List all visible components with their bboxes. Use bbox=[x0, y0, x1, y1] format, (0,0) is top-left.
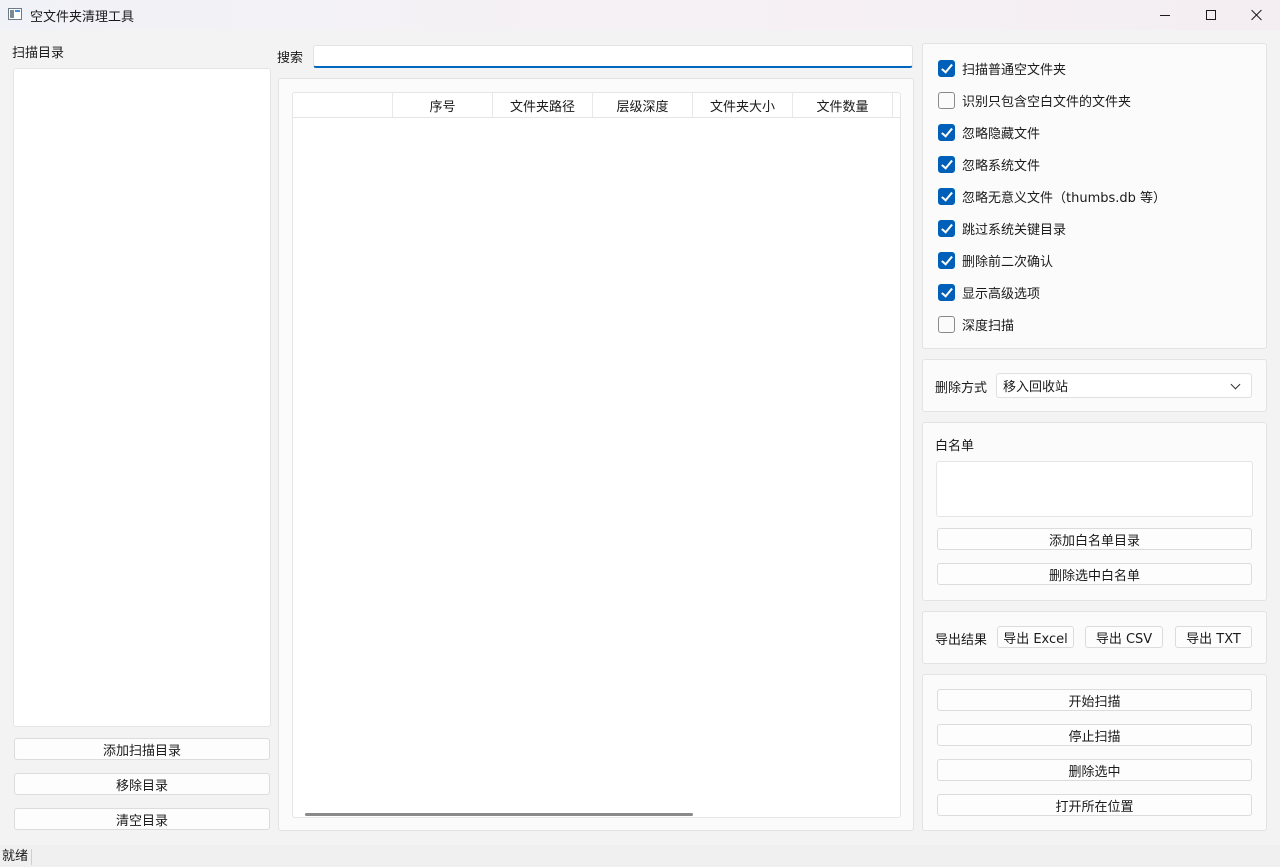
status-text: 就绪 bbox=[2, 849, 33, 865]
option-confirm-delete[interactable]: 删除前二次确认 bbox=[938, 250, 1053, 270]
checkbox-checked-icon[interactable] bbox=[938, 187, 955, 205]
scan-dir-list[interactable] bbox=[13, 68, 271, 727]
maximize-button[interactable] bbox=[1188, 0, 1234, 30]
column-header-path[interactable]: 文件夹路径 bbox=[493, 93, 593, 118]
column-header-file-count[interactable]: 文件数量 bbox=[793, 93, 893, 118]
checkbox-checked-icon[interactable] bbox=[938, 59, 955, 77]
remove-dir-button[interactable]: 移除目录 bbox=[14, 773, 270, 795]
option-ignore-system[interactable]: 忽略系统文件 bbox=[938, 154, 1040, 174]
minimize-icon bbox=[1160, 14, 1170, 16]
option-show-advanced[interactable]: 显示高级选项 bbox=[938, 282, 1040, 302]
option-ignore-meaningless[interactable]: 忽略无意义文件（thumbs.db 等） bbox=[938, 186, 1166, 206]
delete-mode-select[interactable]: 移入回收站 bbox=[996, 373, 1252, 398]
stop-scan-button[interactable]: 停止扫描 bbox=[937, 724, 1252, 746]
option-scan-empty-folders[interactable]: 扫描普通空文件夹 bbox=[938, 58, 1066, 78]
minimize-button[interactable] bbox=[1142, 0, 1188, 30]
delete-selected-button[interactable]: 删除选中 bbox=[937, 759, 1252, 781]
window-title: 空文件夹清理工具 bbox=[30, 10, 135, 25]
search-input[interactable] bbox=[313, 45, 913, 68]
checkbox-checked-icon[interactable] bbox=[938, 155, 955, 173]
search-label: 搜索 bbox=[277, 51, 304, 66]
start-scan-button[interactable]: 开始扫描 bbox=[937, 689, 1252, 711]
export-excel-button[interactable]: 导出 Excel bbox=[997, 626, 1074, 648]
close-button[interactable] bbox=[1234, 0, 1280, 30]
scan-dir-label: 扫描目录 bbox=[12, 46, 65, 61]
status-bar bbox=[0, 845, 1280, 867]
checkbox-checked-icon[interactable] bbox=[938, 219, 955, 237]
clear-dir-button[interactable]: 清空目录 bbox=[14, 808, 270, 830]
app-icon bbox=[8, 8, 22, 20]
column-header-select[interactable] bbox=[293, 93, 393, 118]
option-whitespace-only-folders[interactable]: 识别只包含空白文件的文件夹 bbox=[938, 90, 1131, 110]
horizontal-scrollbar[interactable] bbox=[305, 813, 693, 816]
checkbox-unchecked-icon[interactable] bbox=[938, 91, 955, 109]
checkbox-checked-icon[interactable] bbox=[938, 123, 955, 141]
delete-mode-value: 移入回收站 bbox=[1003, 380, 1069, 395]
results-table[interactable] bbox=[292, 92, 901, 818]
add-whitelist-button[interactable]: 添加白名单目录 bbox=[937, 528, 1252, 550]
title-bar: 空文件夹清理工具 bbox=[0, 0, 1280, 30]
checkbox-checked-icon[interactable] bbox=[938, 283, 955, 301]
chevron-down-icon bbox=[1230, 379, 1241, 390]
whitelist-list[interactable] bbox=[936, 461, 1253, 517]
export-txt-button[interactable]: 导出 TXT bbox=[1175, 626, 1252, 648]
delete-mode-label: 删除方式 bbox=[935, 381, 988, 396]
export-label: 导出结果 bbox=[935, 633, 988, 648]
whitelist-label: 白名单 bbox=[935, 439, 975, 454]
table-header: 序号 文件夹路径 层级深度 文件夹大小 文件数量 bbox=[293, 93, 900, 118]
checkbox-checked-icon[interactable] bbox=[938, 251, 955, 269]
maximize-icon bbox=[1206, 10, 1216, 20]
column-header-index[interactable]: 序号 bbox=[393, 93, 493, 118]
export-csv-button[interactable]: 导出 CSV bbox=[1085, 626, 1163, 648]
option-skip-system-dirs[interactable]: 跳过系统关键目录 bbox=[938, 218, 1066, 238]
close-icon bbox=[1251, 9, 1263, 21]
column-header-depth[interactable]: 层级深度 bbox=[593, 93, 693, 118]
column-header-size[interactable]: 文件夹大小 bbox=[693, 93, 793, 118]
option-deep-scan[interactable]: 深度扫描 bbox=[938, 314, 1014, 334]
remove-whitelist-button[interactable]: 删除选中白名单 bbox=[937, 563, 1252, 585]
add-scan-dir-button[interactable]: 添加扫描目录 bbox=[14, 738, 270, 760]
option-ignore-hidden[interactable]: 忽略隐藏文件 bbox=[938, 122, 1040, 142]
open-location-button[interactable]: 打开所在位置 bbox=[937, 794, 1252, 816]
checkbox-unchecked-icon[interactable] bbox=[938, 315, 955, 333]
